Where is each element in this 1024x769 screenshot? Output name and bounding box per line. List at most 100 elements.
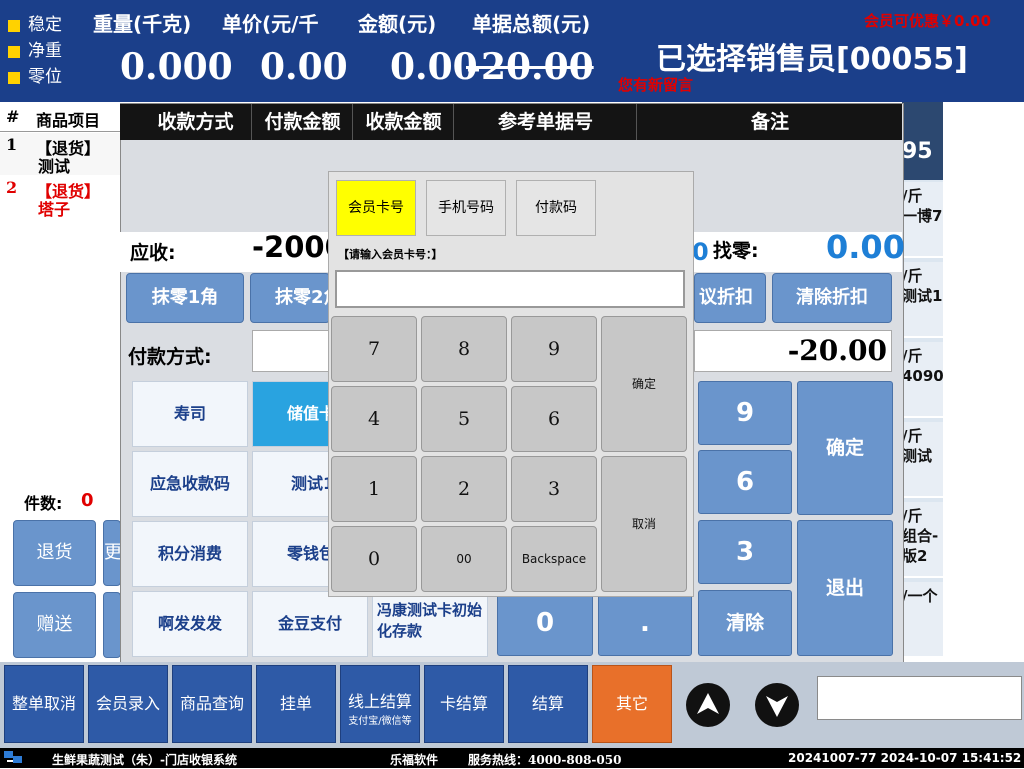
amount-header: 金额(元) <box>358 12 437 36</box>
numpad-0[interactable]: 0 <box>497 590 593 656</box>
left-partial-button[interactable] <box>103 592 121 658</box>
receivable-label: 应收: <box>130 242 176 264</box>
hold-order-button[interactable]: 挂单 <box>256 665 336 743</box>
keypad-key-2[interactable]: 2 <box>421 456 507 522</box>
numpad-confirm-button[interactable]: 确定 <box>797 381 893 515</box>
product-tile[interactable]: /斤 一博7 <box>902 182 943 258</box>
top-bar: 稳定 净重 零位 重量(千克) 单价(元/千 金额(元) 单据总额(元) 0.0… <box>0 0 1024 102</box>
return-button[interactable]: 退货 <box>13 520 96 586</box>
col-no: # <box>6 107 20 126</box>
count-value: 0 <box>81 490 94 511</box>
keypad-key-4[interactable]: 4 <box>331 386 417 452</box>
pay-method-test1[interactable]: 测试1 <box>252 451 332 517</box>
count-label: 件数: <box>24 494 63 513</box>
numpad-clear-button[interactable]: 清除 <box>698 590 792 656</box>
gift-button[interactable]: 赠送 <box>13 592 96 658</box>
network-icon <box>2 749 24 766</box>
clear-discount-button[interactable]: 清除折扣 <box>772 273 892 323</box>
datetime-label: 20241007-77 2024-10-07 15:41:52 <box>788 751 1022 765</box>
pay-amount-input[interactable]: -20.00 <box>694 330 892 372</box>
status-stable: 稳定 <box>8 10 62 35</box>
pay-method-emergency-qr[interactable]: 应急收款码 <box>132 451 248 517</box>
pay-method-label: 付款方式: <box>128 346 212 368</box>
keypad-key-0[interactable]: 0 <box>331 526 417 592</box>
col-received: 收款金额 <box>354 104 454 140</box>
product-tile[interactable]: /斤 组合- 版2 <box>902 502 943 578</box>
new-message-label[interactable]: 您有新留言 <box>618 74 693 95</box>
card-settle-button[interactable]: 卡结算 <box>424 665 504 743</box>
status-net: 净重 <box>8 36 62 61</box>
table-row[interactable]: 2 【退货】 塔子 <box>0 176 122 219</box>
change-partial: 0 <box>692 238 709 266</box>
col-item: 商品项目 <box>36 111 101 130</box>
member-prompt: 【请输入会员卡号：】 <box>338 248 443 261</box>
member-card-input[interactable] <box>335 270 685 308</box>
weight-value: 0.000 <box>120 46 233 88</box>
settle-button[interactable]: 结算 <box>508 665 588 743</box>
col-pay-method: 收款方式 <box>140 104 252 140</box>
round-2-button[interactable]: 抹零2角 <box>250 273 330 323</box>
total-value: -20.00 <box>466 46 594 88</box>
pay-method-fengkang-card[interactable]: 冯康测试卡初始化存款 <box>372 591 488 657</box>
product-tile[interactable]: /斤40903 <box>902 342 943 418</box>
product-panel-number: 95 <box>902 102 943 180</box>
keypad-key-1[interactable]: 1 <box>331 456 417 522</box>
scroll-down-icon[interactable] <box>755 683 799 727</box>
scroll-up-icon[interactable] <box>686 683 730 727</box>
product-tile[interactable]: /斤 测试1 <box>902 262 943 338</box>
more-button[interactable]: 更 <box>103 520 121 586</box>
other-button[interactable]: 其它 <box>592 665 672 743</box>
order-list-header: # 商品项目 <box>0 104 122 132</box>
keypad-key-5[interactable]: 5 <box>421 386 507 452</box>
tab-pay-code[interactable]: 付款码 <box>516 180 596 236</box>
keypad-key-9[interactable]: 9 <box>511 316 597 382</box>
amount-value: 0.00 <box>390 46 478 88</box>
keypad-cancel-button[interactable]: 取消 <box>601 456 687 592</box>
keypad-key-7[interactable]: 7 <box>331 316 417 382</box>
pay-method-sushi[interactable]: 寿司 <box>132 381 248 447</box>
numpad-exit-button[interactable]: 退出 <box>797 520 893 656</box>
numpad-dot[interactable]: . <box>598 590 692 656</box>
numpad-6[interactable]: 6 <box>698 450 792 514</box>
keypad-backspace-button[interactable]: Backspace <box>511 526 597 592</box>
online-settle-button[interactable]: 线上结算 支付宝/微信等 <box>340 665 420 743</box>
keypad-key-6[interactable]: 6 <box>511 386 597 452</box>
round-1jiao-button[interactable]: 抹零1角 <box>126 273 244 323</box>
numpad-9[interactable]: 9 <box>698 381 792 445</box>
product-search-button[interactable]: 商品查询 <box>172 665 252 743</box>
pay-method-field[interactable] <box>252 330 332 372</box>
table-row[interactable]: 1 【退货】 测试 <box>0 133 122 176</box>
price-value: 0.00 <box>260 46 348 88</box>
keypad-key-00[interactable]: 00 <box>421 526 507 592</box>
price-header: 单价(元/千 <box>222 12 319 36</box>
product-tile[interactable]: /一个 <box>902 582 943 658</box>
change-value: 0.00 <box>826 228 905 266</box>
cancel-order-button[interactable]: 整单取消 <box>4 665 84 743</box>
member-discount: 会员可优惠￥0.00 <box>864 12 992 30</box>
keypad-confirm-button[interactable]: 确定 <box>601 316 687 452</box>
change-label: 找零: <box>713 240 759 262</box>
status-bar: 生鲜果蔬测试（朱）-门店收银系统 乐福软件 服务热线：4000-808-050 … <box>0 748 1024 768</box>
pay-method-points[interactable]: 积分消费 <box>132 521 248 587</box>
col-reference: 参考单据号 <box>455 104 637 140</box>
col-remark: 备注 <box>750 111 789 133</box>
app-title: 生鲜果蔬测试（朱）-门店收银系统 <box>52 753 237 767</box>
keypad-key-8[interactable]: 8 <box>421 316 507 382</box>
tab-member-card[interactable]: 会员卡号 <box>336 180 416 236</box>
numpad-3[interactable]: 3 <box>698 520 792 584</box>
pay-method-wallet[interactable]: 零钱包 <box>252 521 332 587</box>
product-tile[interactable]: /斤 测试 <box>902 422 943 498</box>
vendor-label: 乐福软件 <box>390 753 439 767</box>
pay-method-stored-card[interactable]: 储值卡 <box>252 381 332 447</box>
pay-method-afafaf[interactable]: 啊发发发 <box>132 591 248 657</box>
status-indicator-icon <box>8 45 20 58</box>
pay-method-golden-bean[interactable]: 金豆支付 <box>252 591 368 657</box>
discount-button[interactable]: 议折扣 <box>694 273 766 323</box>
tab-phone[interactable]: 手机号码 <box>426 180 506 236</box>
keypad-key-3[interactable]: 3 <box>511 456 597 522</box>
total-header: 单据总额(元) <box>472 12 591 36</box>
scan-input[interactable] <box>817 676 1022 720</box>
member-entry-button[interactable]: 会员录入 <box>88 665 168 743</box>
weight-header: 重量(千克) <box>93 12 192 36</box>
hotline-label: 服务热线：4000-808-050 <box>468 753 622 767</box>
